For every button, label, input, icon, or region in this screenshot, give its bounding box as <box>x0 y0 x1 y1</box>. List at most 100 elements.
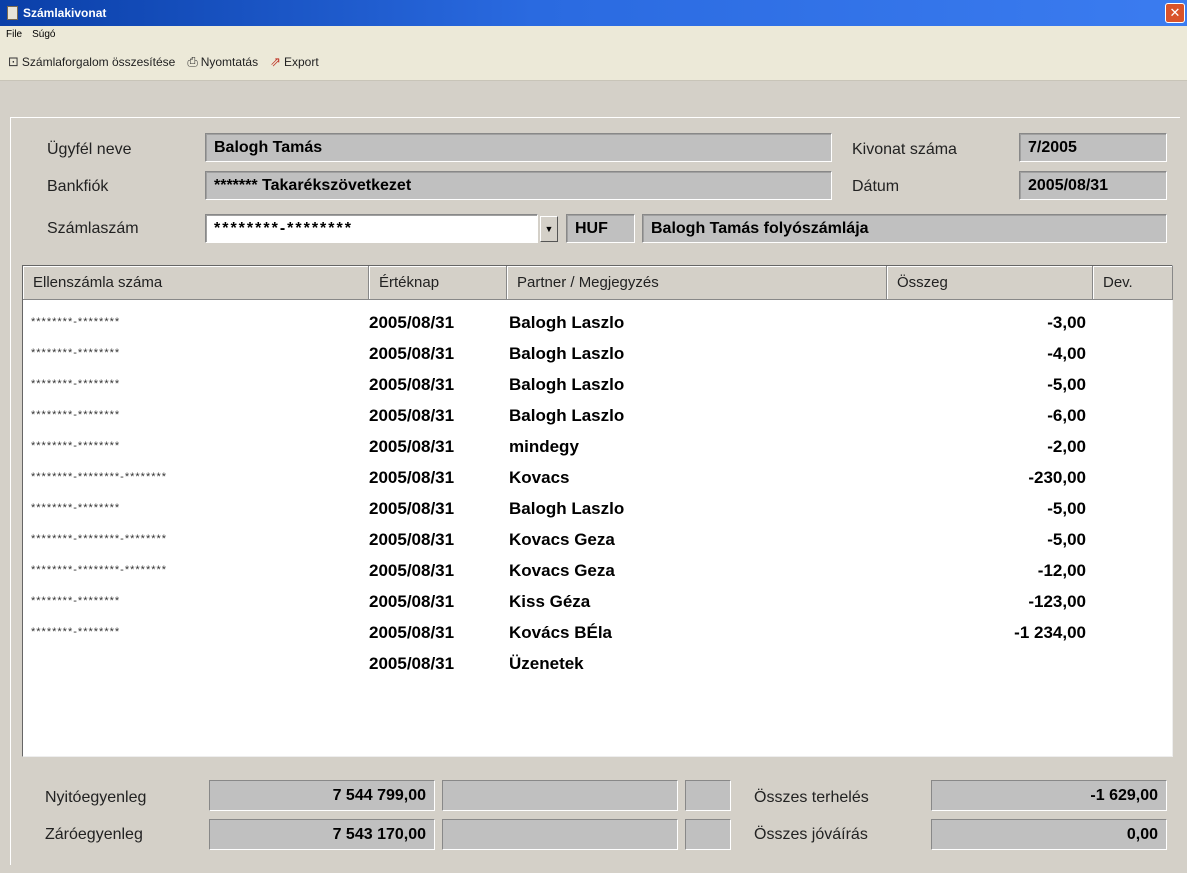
table-row[interactable]: ********-******** 2005/08/31 Balogh Laszlo… <box>23 369 1172 400</box>
cell-amount: -5,00 <box>1047 499 1086 518</box>
cell-counter-account: ********-********-******** <box>31 533 168 545</box>
closing-extra-field-2 <box>685 819 731 850</box>
cell-value-date: 2005/08/31 <box>369 468 455 487</box>
app-icon <box>7 6 18 20</box>
date-field: 2005/08/31 <box>1019 171 1167 200</box>
cell-value-date: 2005/08/31 <box>369 437 455 456</box>
cell-counter-account: ********-******** <box>31 595 121 607</box>
cell-partner: Balogh Laszlo <box>509 499 625 518</box>
cell-amount: -1 234,00 <box>1014 623 1086 642</box>
cell-counter-account: ********-******** <box>31 440 121 452</box>
opening-extra-field <box>442 780 678 811</box>
export-icon: ⇗ <box>270 53 281 69</box>
transactions-table[interactable]: Ellenszámla száma Értéknap Partner / Meg… <box>22 265 1173 757</box>
account-name-field: Balogh Tamás folyószámlája <box>642 214 1167 243</box>
opening-balance-label: Nyitóegyenleg <box>45 789 147 806</box>
cell-partner: Kovacs Geza <box>509 561 615 580</box>
window-title: Számlakivonat <box>23 6 107 20</box>
table-row[interactable]: ********-******** 2005/08/31 Balogh Laszlo… <box>23 338 1172 369</box>
table-row[interactable]: ********-******** 2005/08/31 mindegy -2,00 <box>23 431 1172 462</box>
summary-button[interactable]: ⊡ Számlaforgalom összesítése <box>8 54 175 70</box>
statement-no-field: 7/2005 <box>1019 133 1167 162</box>
print-label: Nyomtatás <box>200 54 259 69</box>
cell-counter-account: ********-******** <box>31 378 121 390</box>
table-row[interactable]: 2005/08/31 Üzenetek <box>23 648 1172 679</box>
date-label: Dátum <box>852 178 900 195</box>
cell-counter-account: ********-******** <box>31 502 121 514</box>
printer-icon: ⎙ <box>187 53 198 69</box>
total-debit-field: -1 629,00 <box>931 780 1167 811</box>
cell-value-date: 2005/08/31 <box>369 344 455 363</box>
cell-amount: -2,00 <box>1047 437 1086 456</box>
summary-label: Számlaforgalom összesítése <box>21 54 176 69</box>
title-bar: Számlakivonat ✕ <box>0 0 1187 26</box>
cell-value-date: 2005/08/31 <box>369 313 455 332</box>
table-row[interactable]: ********-******** 2005/08/31 Kiss Géza -123… <box>23 586 1172 617</box>
statement-no-label: Kivonat száma <box>852 141 957 158</box>
cell-partner: Balogh Laszlo <box>509 344 625 363</box>
cell-counter-account: ********-********-******** <box>31 471 168 483</box>
closing-extra-field <box>442 819 678 850</box>
export-button[interactable]: ⇗ Export <box>270 54 319 70</box>
cell-value-date: 2005/08/31 <box>369 623 455 642</box>
table-header: Ellenszámla száma Értéknap Partner / Meg… <box>23 266 1173 300</box>
cell-partner: Kovacs Geza <box>509 530 615 549</box>
table-row[interactable]: ********-******** 2005/08/31 Kovács BÉla -1… <box>23 617 1172 648</box>
menu-help[interactable]: Súgó <box>32 29 55 40</box>
closing-balance-label: Záróegyenleg <box>45 826 143 843</box>
column-header-amount[interactable]: Összeg <box>887 266 1093 300</box>
table-row[interactable]: ********-********-******** 2005/08/31 Kova… <box>23 462 1172 493</box>
customer-field: Balogh Tamás <box>205 133 832 162</box>
cell-amount: -4,00 <box>1047 344 1086 363</box>
cell-partner: Kovacs <box>509 468 570 487</box>
total-debit-label: Összes terhelés <box>754 789 869 806</box>
closing-balance-field: 7 543 170,00 <box>209 819 435 850</box>
customer-label: Ügyfél neve <box>47 141 132 158</box>
cell-amount: -230,00 <box>1028 468 1086 487</box>
toolbar: ⊡ Számlaforgalom összesítése ⎙ Nyomtatás… <box>0 43 1187 81</box>
total-credit-label: Összes jóváírás <box>754 826 868 843</box>
column-header-currency[interactable]: Dev. <box>1093 266 1173 300</box>
table-row[interactable]: ********-********-******** 2005/08/31 Kova… <box>23 524 1172 555</box>
export-label: Export <box>283 54 319 69</box>
cell-value-date: 2005/08/31 <box>369 375 455 394</box>
cell-partner: Kiss Géza <box>509 592 591 611</box>
print-button[interactable]: ⎙ Nyomtatás <box>187 54 258 70</box>
cell-amount: -3,00 <box>1047 313 1086 332</box>
cell-counter-account: ********-********-******** <box>31 564 168 576</box>
branch-label: Bankfiók <box>47 178 109 195</box>
cell-counter-account: ********-******** <box>31 347 121 359</box>
cell-value-date: 2005/08/31 <box>369 561 455 580</box>
column-header-account[interactable]: Ellenszámla száma <box>23 266 369 300</box>
table-row[interactable]: ********-********-******** 2005/08/31 Kova… <box>23 555 1172 586</box>
cell-value-date: 2005/08/31 <box>369 654 455 673</box>
cell-value-date: 2005/08/31 <box>369 499 455 518</box>
table-row[interactable]: ********-******** 2005/08/31 Balogh Laszlo… <box>23 307 1172 338</box>
cell-amount: -5,00 <box>1047 375 1086 394</box>
cell-partner: Balogh Laszlo <box>509 406 625 425</box>
total-credit-field: 0,00 <box>931 819 1167 850</box>
branch-field: ******* Takarékszövetkezet <box>205 171 832 200</box>
column-header-value-date[interactable]: Értéknap <box>369 266 507 300</box>
opening-balance-field: 7 544 799,00 <box>209 780 435 811</box>
menu-bar: File Súgó <box>0 26 1187 43</box>
cell-counter-account: ********-******** <box>31 626 121 638</box>
table-row[interactable]: ********-******** 2005/08/31 Balogh Laszlo… <box>23 400 1172 431</box>
cell-value-date: 2005/08/31 <box>369 592 455 611</box>
menu-file[interactable]: File <box>6 29 22 40</box>
cell-counter-account: ********-******** <box>31 316 121 328</box>
cell-partner: Üzenetek <box>509 654 584 673</box>
table-row[interactable]: ********-******** 2005/08/31 Balogh Laszlo… <box>23 493 1172 524</box>
cell-partner: Balogh Laszlo <box>509 313 625 332</box>
summary-icon: ⊡ <box>8 53 19 69</box>
cell-amount: -5,00 <box>1047 530 1086 549</box>
close-button[interactable]: ✕ <box>1165 3 1185 23</box>
column-header-partner[interactable]: Partner / Megjegyzés <box>507 266 887 300</box>
cell-partner: Balogh Laszlo <box>509 375 625 394</box>
chevron-down-icon[interactable]: ▼ <box>540 216 558 242</box>
cell-amount: -6,00 <box>1047 406 1086 425</box>
account-select[interactable]: ********-******** <box>205 214 538 243</box>
cell-partner: Kovács BÉla <box>509 623 612 642</box>
cell-counter-account: ********-******** <box>31 409 121 421</box>
currency-field: HUF <box>566 214 635 243</box>
